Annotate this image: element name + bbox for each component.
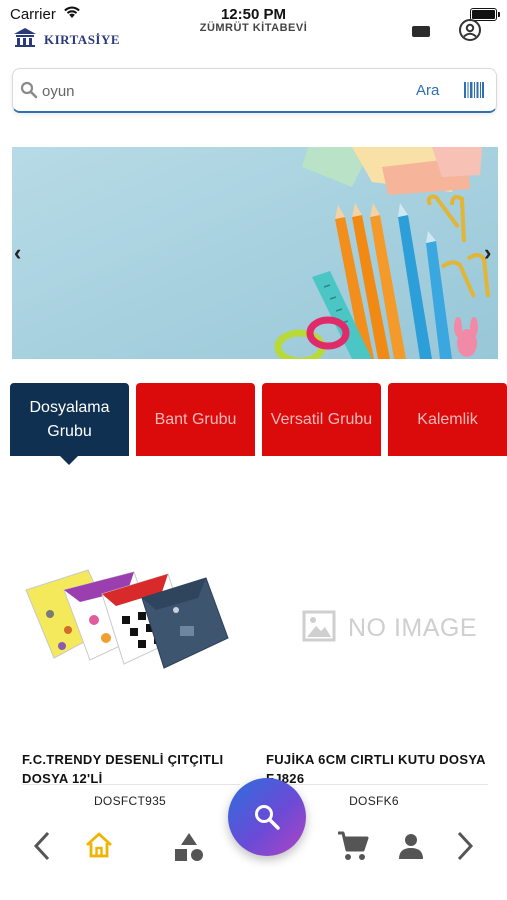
categories-icon[interactable]: [173, 832, 205, 867]
active-tab-pointer: [59, 455, 79, 465]
banner-prev-arrow[interactable]: ‹: [14, 240, 21, 266]
home-icon[interactable]: [85, 831, 113, 864]
search-fab-button[interactable]: [228, 778, 306, 856]
product-name: F.C.TRENDY DESENLİ ÇITÇITLI DOSYA 12'Lİ: [22, 752, 224, 786]
store-name: ZÜMRÜT KİTABEVİ: [199, 22, 308, 34]
product-code: DOSFCT935: [93, 794, 167, 808]
no-image-label: NO IMAGE: [348, 614, 478, 642]
stationery-illustration: [12, 147, 498, 359]
tab-versatil-grubu[interactable]: Versatil Grubu: [262, 383, 381, 456]
user-icon[interactable]: [397, 832, 425, 865]
product-card[interactable]: F.C.TRENDY DESENLİ ÇITÇITLI DOSYA 12'Lİ …: [10, 470, 250, 810]
banner-next-arrow[interactable]: ›: [484, 240, 491, 266]
no-image-placeholder: NO IMAGE: [302, 610, 477, 647]
divider: [266, 784, 488, 785]
product-name: FUJİKA 6CM CIRTLI KUTU DOSYA FJ826: [266, 752, 486, 786]
search-icon: [253, 803, 281, 836]
search-icon: [20, 81, 38, 104]
product-image: NO IMAGE: [254, 550, 494, 700]
tab-kalemlik[interactable]: Kalemlik: [388, 383, 507, 456]
barcode-scan-icon[interactable]: [464, 82, 484, 103]
tab-bant-grubu[interactable]: Bant Grubu: [136, 383, 255, 456]
search-button[interactable]: Ara: [416, 82, 439, 99]
wallet-icon[interactable]: [412, 26, 430, 37]
chevron-right-icon[interactable]: [453, 830, 477, 867]
image-placeholder-icon: [302, 610, 336, 647]
promo-banner[interactable]: [12, 147, 498, 359]
cart-icon[interactable]: [337, 830, 369, 867]
status-time: 12:50 PM: [220, 6, 287, 23]
search-input[interactable]: [42, 79, 402, 103]
chevron-left-icon[interactable]: [30, 830, 54, 867]
search-bar: Ara: [12, 68, 497, 113]
product-image: [10, 550, 250, 700]
tab-dosyalama-grubu[interactable]: Dosyalama Grubu: [10, 383, 129, 456]
divider: [22, 784, 240, 785]
category-tabs: Dosyalama Grubu Bant Grubu Versatil Grub…: [10, 383, 507, 465]
product-card[interactable]: NO IMAGE FUJİKA 6CM CIRTLI KUTU DOSYA FJ…: [254, 470, 494, 810]
account-icon[interactable]: [458, 18, 482, 47]
logo-text: KIRTASİYE: [44, 32, 121, 47]
